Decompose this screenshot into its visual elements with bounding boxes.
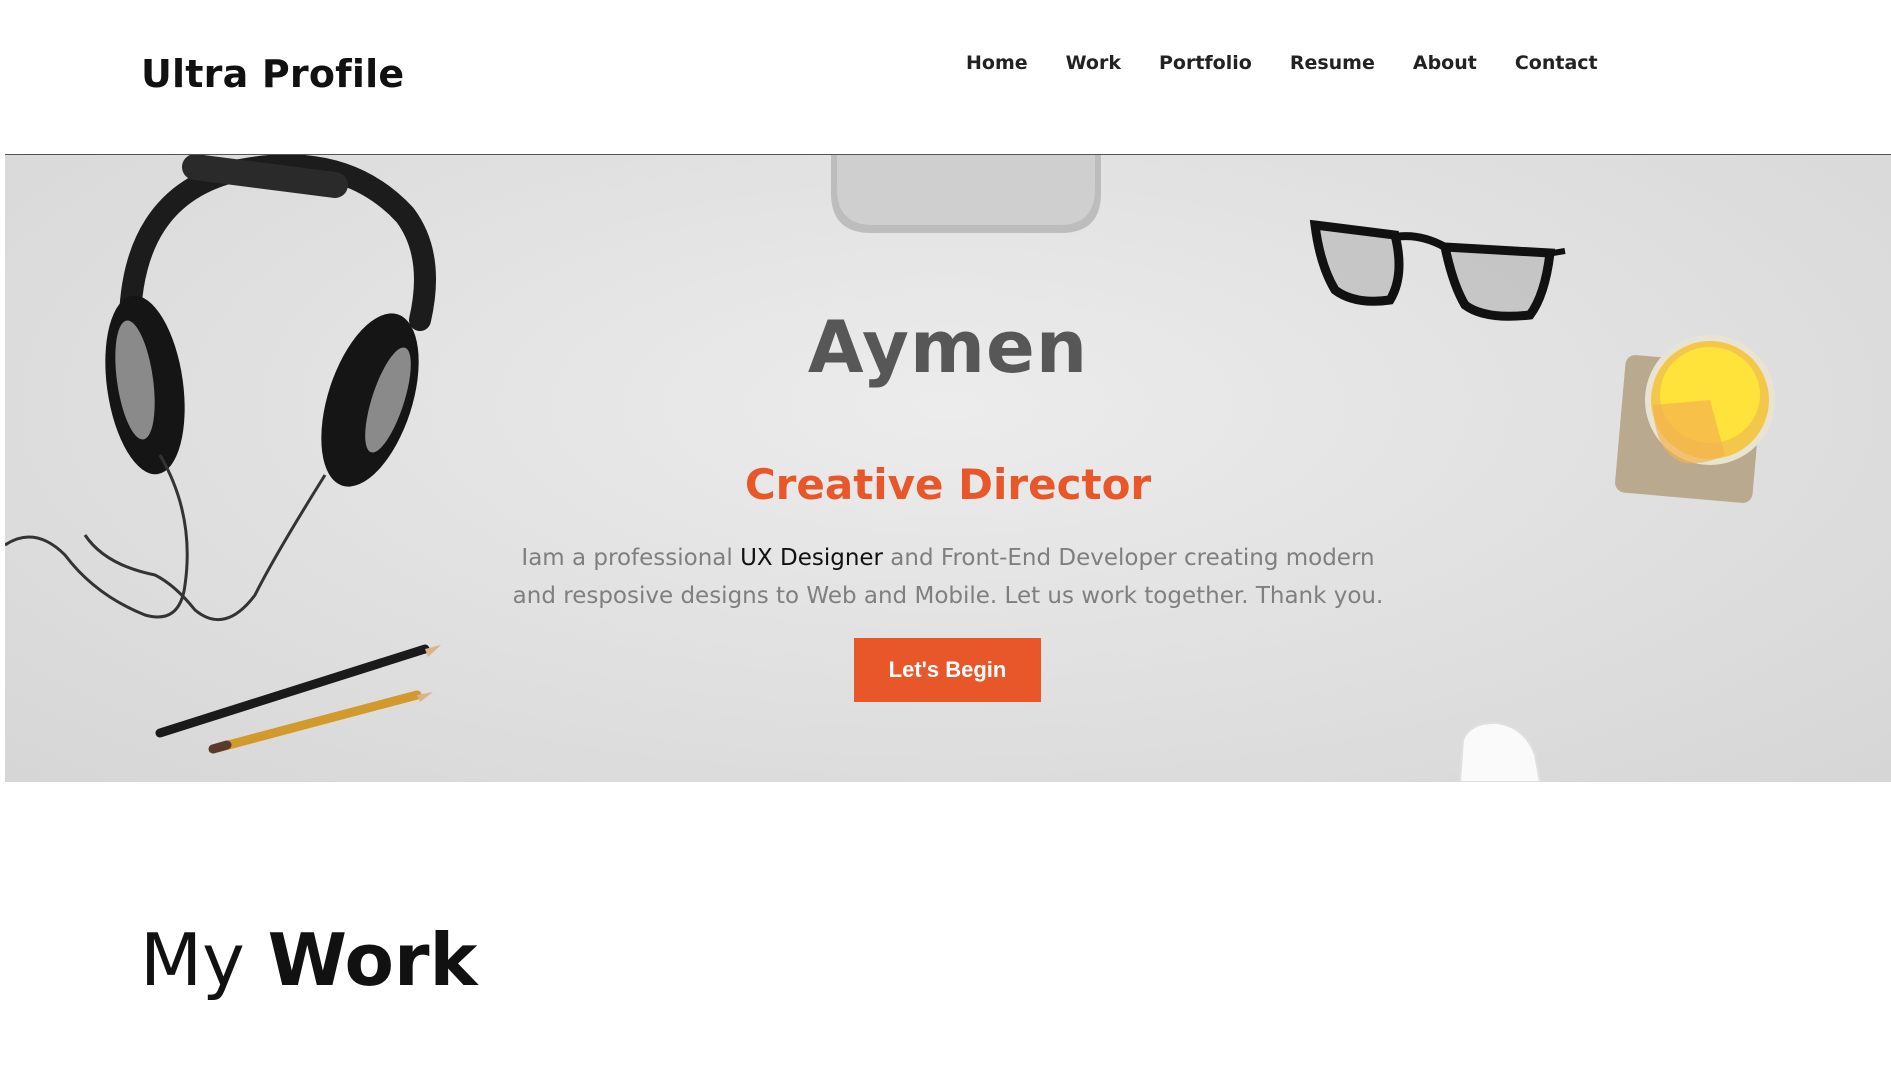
- nav-resume[interactable]: Resume: [1290, 52, 1375, 74]
- nav-portfolio[interactable]: Portfolio: [1159, 52, 1252, 74]
- headphones-icon: [5, 155, 436, 621]
- top-navbar: Ultra Profile Home Work Portfolio Resume…: [0, 0, 1891, 154]
- brand-logo[interactable]: Ultra Profile: [141, 52, 404, 96]
- nav-about[interactable]: About: [1413, 52, 1477, 74]
- mouse-icon: [1458, 721, 1542, 782]
- nav-work[interactable]: Work: [1066, 52, 1121, 74]
- glasses-icon: [1309, 219, 1566, 321]
- desc-highlight: UX Designer: [740, 545, 883, 571]
- lets-begin-button[interactable]: Let's Begin: [854, 638, 1041, 702]
- desc-text-before: Iam a professional: [521, 545, 741, 571]
- hero-role: Creative Director: [744, 460, 1152, 509]
- hero-banner: Aymen Creative Director Iam a profession…: [5, 154, 1891, 782]
- section-title-bold: Work: [267, 918, 478, 1002]
- nav-home[interactable]: Home: [966, 52, 1028, 74]
- section-title-light: My: [140, 918, 268, 1002]
- monitor-stand-icon: [831, 155, 1101, 233]
- pencils-icon: [155, 644, 441, 754]
- section-title: My Work: [140, 918, 477, 1002]
- hero-description: Iam a professional UX Designer and Front…: [498, 539, 1398, 615]
- hero-name: Aymen: [807, 305, 1089, 389]
- nav-contact[interactable]: Contact: [1515, 52, 1598, 74]
- main-nav: Home Work Portfolio Resume About Contact: [966, 52, 1636, 74]
